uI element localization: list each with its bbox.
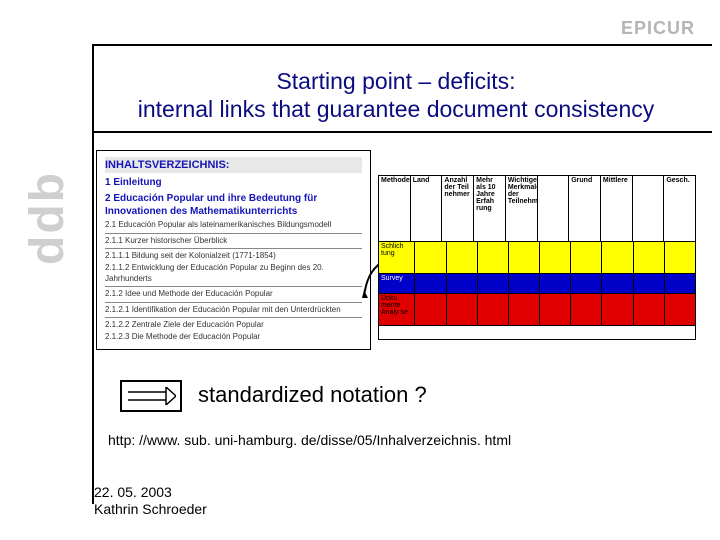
red4 <box>509 294 540 326</box>
yel9 <box>665 242 695 274</box>
toc-l5: 2.1.2 Idee und Methode der Educación Pop… <box>105 289 362 299</box>
toc-s2: 2 Educación Popular und ihre Bedeutung f… <box>105 192 362 218</box>
slide-title: Starting point – deficits: internal link… <box>92 68 700 123</box>
yel4 <box>509 242 540 274</box>
blu4 <box>509 274 540 294</box>
th1: Land <box>411 176 443 242</box>
url-text: http: //www. sub. uni-hamburg. de/disse/… <box>108 432 511 448</box>
toc-l6: 2.1.2.1 Identifikation der Educación Pop… <box>105 305 362 315</box>
th0: Methode <box>379 176 411 242</box>
toc-sep1 <box>105 233 362 234</box>
yel6 <box>571 242 602 274</box>
blu5 <box>540 274 571 294</box>
yel5 <box>540 242 571 274</box>
blu6 <box>571 274 602 294</box>
colored-table-screenshot: Methode Land Anzahl der Teil nehmer Mehr… <box>378 175 696 340</box>
red7 <box>602 294 633 326</box>
toc-sep2 <box>105 248 362 249</box>
th7: Mittlere <box>601 176 633 242</box>
footer-block: 22. 05. 2003 Kathrin Schroeder <box>94 484 207 518</box>
th6: Grund <box>569 176 601 242</box>
toc-l2: 2.1.1 Kurzer historischer Überblick <box>105 236 362 246</box>
red5 <box>540 294 571 326</box>
toc-l3: 2.1.1.1 Bildung seit der Kolonialzeit (1… <box>105 251 362 261</box>
red2 <box>447 294 478 326</box>
toc-l8: 2.1.2.3 Die Methode der Educación Popula… <box>105 332 362 342</box>
title-line2: internal links that guarantee document c… <box>92 96 700 124</box>
toc-sep3 <box>105 286 362 287</box>
yel7 <box>602 242 633 274</box>
divider-top <box>92 44 712 46</box>
arrow-right-icon <box>120 380 182 412</box>
toc-l1: 2.1 Educación Popular als lateinamerikan… <box>105 220 362 230</box>
divider-title <box>92 131 712 133</box>
blu1 <box>415 274 446 294</box>
toc-sep4 <box>105 302 362 303</box>
footer-date: 22. 05. 2003 <box>94 484 207 501</box>
th8 <box>633 176 665 242</box>
red9 <box>665 294 695 326</box>
th9: Gesch. <box>664 176 695 242</box>
yel2 <box>447 242 478 274</box>
header-label: EPICUR <box>621 18 695 39</box>
footer-author: Kathrin Schroeder <box>94 501 207 518</box>
red3 <box>478 294 509 326</box>
red0: Doku mente Analy se <box>379 294 415 326</box>
yel0: Schlich tung <box>379 242 415 274</box>
blu8 <box>634 274 665 294</box>
th2: Anzahl der Teil nehmer <box>442 176 474 242</box>
toc-l7: 2.1.2.2 Zentrale Ziele der Educación Pop… <box>105 320 362 330</box>
blu3 <box>478 274 509 294</box>
blu7 <box>602 274 633 294</box>
yel1 <box>415 242 446 274</box>
toc-l4: 2.1.1.2 Entwicklung der Educación Popula… <box>105 263 362 284</box>
red1 <box>415 294 446 326</box>
red8 <box>634 294 665 326</box>
sidebar-logo: ddb <box>20 171 75 265</box>
notation-text: standardized notation ? <box>198 382 427 408</box>
toc-s1: 1 Einleitung <box>105 176 362 189</box>
toc-heading: INHALTSVERZEICHNIS: <box>105 157 362 173</box>
th3: Mehr als 10 Jahre Erfah rung <box>474 176 506 242</box>
toc-sep5 <box>105 317 362 318</box>
toc-screenshot: INHALTSVERZEICHNIS: 1 Einleitung 2 Educa… <box>96 150 371 350</box>
th5 <box>538 176 570 242</box>
blu0: Survey <box>379 274 415 294</box>
blu9 <box>665 274 695 294</box>
th4: Wichtige Merkmale der Teilnehmer <box>506 176 538 242</box>
red6 <box>571 294 602 326</box>
blu2 <box>447 274 478 294</box>
title-line1: Starting point – deficits: <box>92 68 700 96</box>
yel8 <box>634 242 665 274</box>
yel3 <box>478 242 509 274</box>
